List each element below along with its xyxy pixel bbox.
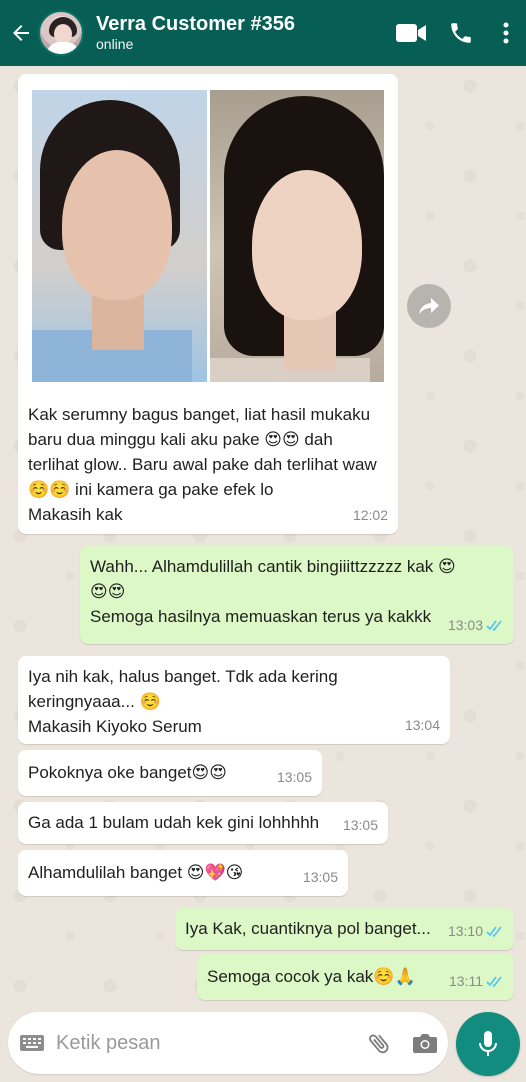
microphone-icon <box>479 1031 497 1056</box>
message-bubble-incoming[interactable]: Ga ada 1 bulam udah kek gini lohhhhh 13:… <box>18 802 388 844</box>
chat-screen: Verra Customer #356 online Kak serumny b… <box>0 0 526 1082</box>
message-time: 13:05 <box>342 817 378 833</box>
message-list[interactable]: Kak serumny bagus banget, liat hasil muk… <box>0 66 526 1006</box>
paperclip-icon <box>369 1034 389 1054</box>
contact-name: Verra Customer #356 <box>96 13 296 35</box>
message-text-line: Wahh... Alhamdulillah cantik bingiiittzz… <box>90 557 456 576</box>
keyboard-icon <box>20 1035 44 1051</box>
message-time: 13:05 <box>276 769 312 785</box>
message-bubble-outgoing[interactable]: Semoga cocok ya kak☺️🙏 13:11 <box>197 954 514 1000</box>
read-receipt-icon <box>486 976 502 987</box>
message-time: 13:04 <box>404 717 440 733</box>
message-text: Wahh... Alhamdulillah cantik bingiiittzz… <box>90 554 504 629</box>
back-arrow-icon <box>13 25 29 41</box>
phone-icon <box>451 23 471 43</box>
message-text-line: terlihat glow.. Baru awal pake dah terli… <box>28 455 377 474</box>
message-time: 13:05 <box>302 869 338 885</box>
more-options-button[interactable] <box>486 0 526 66</box>
message-caption: Kak serumny bagus banget, liat hasil muk… <box>28 402 388 527</box>
message-text: Alhamdulilah banget 😍💖😘 <box>28 863 244 882</box>
message-photo[interactable] <box>32 90 384 382</box>
message-time: 13:11 <box>449 969 504 994</box>
camera-button[interactable] <box>402 1032 448 1054</box>
contact-status: online <box>96 36 134 52</box>
video-camera-icon <box>396 24 426 42</box>
before-photo <box>32 90 207 382</box>
back-button[interactable] <box>4 0 38 66</box>
message-text-line: Iya nih kak, halus banget. Tdk ada kerin… <box>28 667 338 686</box>
contact-info[interactable]: Verra Customer #356 online <box>96 13 386 53</box>
video-call-button[interactable] <box>386 0 436 66</box>
message-text-line: 😍😍 <box>90 582 126 601</box>
message-bubble-incoming[interactable]: Alhamdulilah banget 😍💖😘 13:05 <box>18 850 348 896</box>
message-bubble-outgoing[interactable]: Wahh... Alhamdulillah cantik bingiiittzz… <box>80 546 514 644</box>
message-text: Pokoknya oke banget😍😍 <box>28 763 227 782</box>
chat-header: Verra Customer #356 online <box>0 0 526 66</box>
attach-button[interactable] <box>356 1030 402 1056</box>
forward-arrow-icon <box>419 298 439 314</box>
voice-call-button[interactable] <box>436 0 486 66</box>
message-input[interactable] <box>56 1031 356 1055</box>
message-composer <box>8 1012 448 1074</box>
message-text-line: Makasih Kiyoko Serum <box>28 717 202 736</box>
message-text: Ga ada 1 bulam udah kek gini lohhhhh <box>28 813 320 832</box>
after-photo <box>209 90 384 382</box>
message-text-line: keringnyaaa... ☺️ <box>28 692 161 711</box>
message-bubble-incoming[interactable]: Kak serumny bagus banget, liat hasil muk… <box>18 74 398 534</box>
message-text-line: Semoga hasilnya memuaskan terus ya kakkk <box>90 607 432 626</box>
contact-avatar[interactable] <box>38 10 84 56</box>
read-receipt-icon <box>486 926 502 937</box>
message-text: Iya nih kak, halus banget. Tdk ada kerin… <box>28 664 440 739</box>
voice-message-button[interactable] <box>456 1012 520 1076</box>
message-text-line: Makasih kak <box>28 505 123 524</box>
message-bubble-incoming[interactable]: Pokoknya oke banget😍😍 13:05 <box>18 750 322 796</box>
camera-icon <box>413 1034 437 1053</box>
keyboard-button[interactable] <box>8 1034 56 1052</box>
message-time: 13:03 <box>448 613 504 638</box>
message-text-line: ☺️☺️ ini kamera ga pake efek lo <box>28 480 274 499</box>
message-bubble-outgoing[interactable]: Iya Kak, cuantiknya pol banget... 13:10 <box>175 908 514 950</box>
kebab-menu-icon <box>503 22 509 44</box>
message-text-line: baru dua minggu kali aku pake 😍😍 dah <box>28 430 333 449</box>
forward-button[interactable] <box>407 284 451 328</box>
message-time: 12:02 <box>352 507 388 523</box>
message-bubble-incoming[interactable]: Iya nih kak, halus banget. Tdk ada kerin… <box>18 656 450 744</box>
message-time: 13:10 <box>448 919 504 944</box>
read-receipt-icon <box>486 620 502 631</box>
message-text-line: Kak serumny bagus banget, liat hasil muk… <box>28 405 371 424</box>
